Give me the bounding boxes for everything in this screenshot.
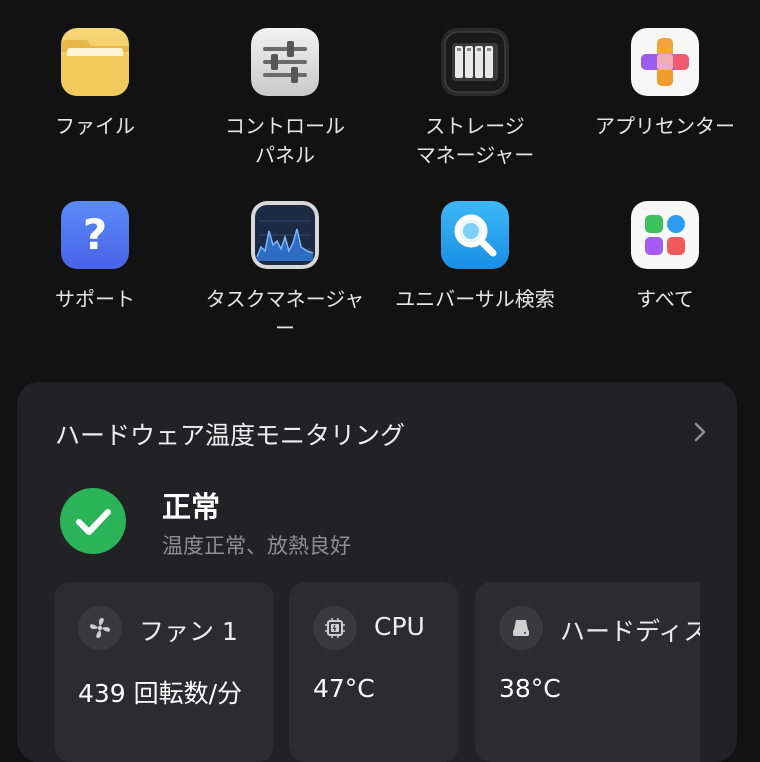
app-label-line: アプリセンター [595,114,735,138]
sensor-name: CPU [374,612,425,641]
status-subtitle: 温度正常、放熱良好 [162,534,351,558]
sensor-tiles: ファン 1 439 回転数/分 CPU 47°C ハードディス 38°C [54,582,700,762]
cpu-chip-icon [313,606,357,650]
activity-graph-icon [251,201,319,269]
sensor-name: ハードディスク [560,617,700,646]
sensor-value: 47°C [313,674,375,703]
status-check-icon [60,488,126,554]
hard-disk-icon [499,606,543,650]
app-label-line: サポート [55,287,135,311]
app-label-line: ストレージ [425,114,525,138]
magnifier-icon [441,201,509,269]
sensor-value: 38°C [499,674,561,703]
monitor-card-header[interactable]: ハードウェア温度モニタリング [55,416,706,450]
sensor-name: ファン 1 [139,617,238,646]
sensor-value: 439 回転数/分 [78,679,243,708]
sensor-tile-hard-disk[interactable]: ハードディスク 38°C [475,582,700,762]
grid-all-icon [631,201,699,269]
sensor-tile-fan[interactable]: ファン 1 439 回転数/分 [54,582,274,762]
question-icon: ? [61,201,129,269]
fan-icon [78,606,122,650]
app-label: アプリセンター [570,112,760,141]
app-label-line: タスクマネージャ [205,287,365,311]
app-label: ストレージ マネージャー [380,112,570,170]
sliders-icon [251,28,319,96]
app-label-line: ー [275,316,295,340]
app-center-icon [631,28,699,96]
monitor-card-title: ハードウェア温度モニタリング [55,421,406,450]
folder-icon [61,28,129,96]
app-label: サポート [0,285,190,314]
app-label-line: マネージャー [415,143,535,167]
svg-text:?: ? [83,210,107,259]
app-label: ユニバーサル検索 [380,285,570,314]
sensor-tile-cpu[interactable]: CPU 47°C [289,582,459,762]
app-label: すべて [570,285,760,314]
app-label-line: コントロール [225,114,345,138]
app-label-line: パネル [255,143,315,167]
chevron-right-icon [694,422,706,442]
app-label: ファイル [0,112,190,141]
status-title: 正常 [162,490,221,524]
app-label-line: ユニバーサル検索 [395,287,555,311]
app-label: タスクマネージャ ー [190,285,380,343]
app-label: コントロール パネル [190,112,380,170]
app-label-line: すべて [636,287,694,311]
hardware-monitor-card: ハードウェア温度モニタリング 正常 温度正常、放熱良好 ファン 1 439 回転… [17,382,737,762]
app-label-line: ファイル [55,114,135,138]
storage-drives-icon [441,28,509,96]
